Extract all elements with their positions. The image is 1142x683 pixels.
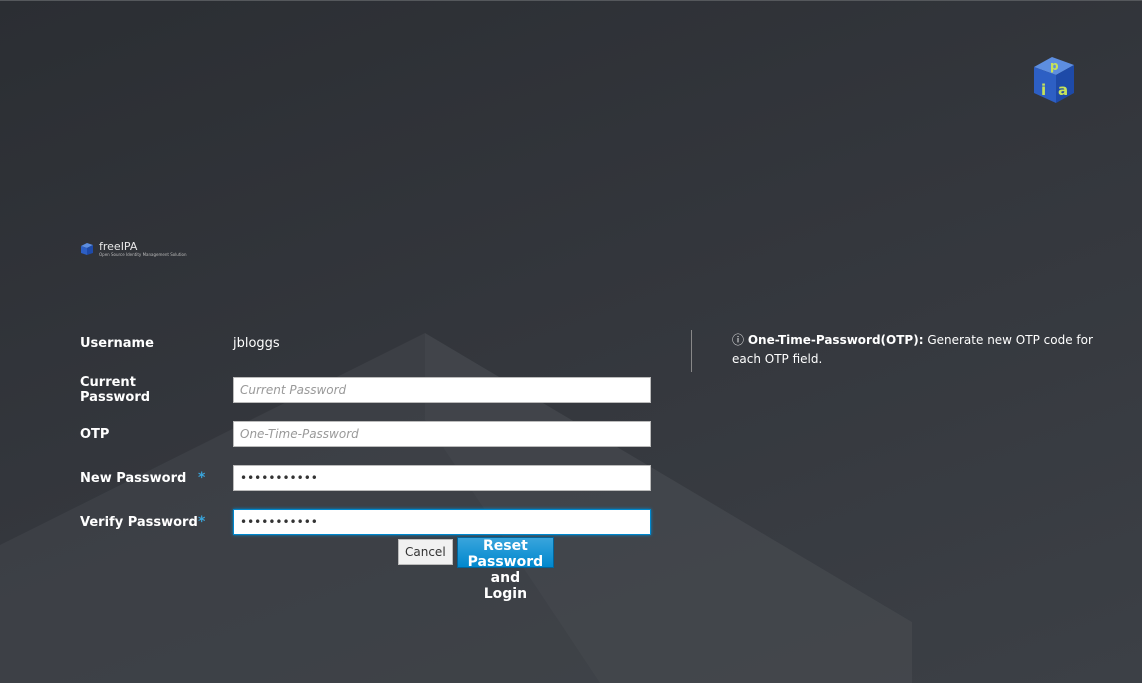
- required-marker: *: [198, 470, 206, 486]
- current-password-input[interactable]: [233, 377, 651, 403]
- reset-password-and-login-button[interactable]: Reset Password and Login: [456, 537, 555, 602]
- brand-tagline: Open Source Identity Management Solution: [99, 252, 187, 257]
- new-password-input[interactable]: [233, 465, 651, 491]
- username-label: Username: [80, 335, 154, 351]
- freeipa-cube-logo: p i a: [1034, 57, 1074, 103]
- otp-info: ⓘ One-Time-Password(OTP): Generate new O…: [732, 331, 1122, 369]
- divider: [691, 330, 692, 372]
- verify-password-label: Verify Password: [80, 514, 198, 530]
- freeipa-brand: freeIPA Open Source Identity Management …: [80, 241, 186, 257]
- verify-password-input[interactable]: [233, 509, 651, 535]
- cancel-button[interactable]: Cancel: [398, 539, 453, 565]
- freeipa-small-logo-icon: [81, 243, 93, 255]
- brand-name: freeIPA: [99, 240, 138, 253]
- current-password-label: Current Password: [80, 375, 151, 405]
- svg-text:i: i: [1041, 81, 1046, 99]
- new-password-label: New Password: [80, 470, 187, 486]
- info-circle-icon: ⓘ: [732, 333, 745, 347]
- otp-input[interactable]: [233, 421, 651, 447]
- required-marker: *: [198, 514, 206, 530]
- username-value: jbloggs: [233, 335, 280, 351]
- svg-text:a: a: [1058, 81, 1068, 99]
- otp-label: OTP: [80, 426, 110, 442]
- otp-info-title: One-Time-Password(OTP):: [747, 333, 924, 347]
- svg-text:p: p: [1050, 59, 1059, 73]
